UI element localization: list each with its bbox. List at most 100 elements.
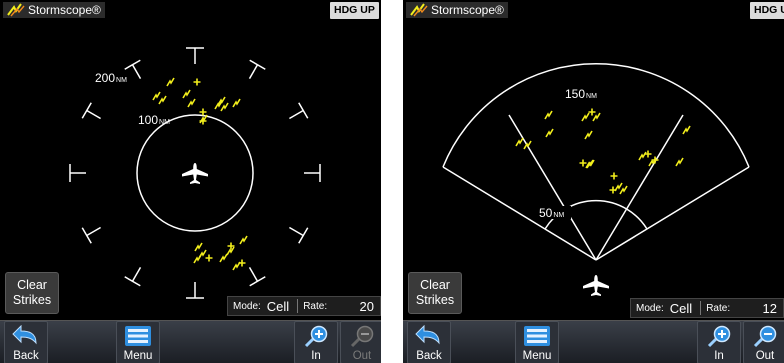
range-tick [69,164,86,182]
lightning-strike [194,242,203,252]
mode-label: Mode: [233,300,261,312]
softkey-bar: Back Menu In Out [0,320,381,363]
lightning-icon [410,3,428,17]
lightning-strike [544,110,553,120]
ownship-airplane-icon [182,163,208,184]
mode-label: Mode: [636,302,664,314]
range-label-outer: 200NM [95,71,127,85]
softkey-bar: Back Menu In Out [403,320,784,363]
lightning-strike [214,100,223,110]
lightning-strike [515,137,524,147]
strike-layer [515,108,691,195]
lightning-strike [152,91,161,101]
cell-marker [609,186,617,194]
lightning-strike [675,157,684,167]
divider [700,301,702,315]
clear-strikes-button[interactable]: Clear Strikes [5,272,59,314]
range-tick [81,226,101,244]
lightning-strike [166,77,175,87]
lightning-strike [592,112,601,122]
clear-strikes-label-2: Strikes [12,293,52,307]
cell-marker [205,254,213,262]
back-label: Back [13,350,39,362]
app-title: Stormscope® [406,2,508,18]
zoom-in-button[interactable]: In [294,321,338,363]
lightning-strike [232,98,241,108]
zoom-out-button[interactable]: Out [743,321,784,363]
cell-marker [610,172,618,180]
zoom-in-label: In [714,350,724,362]
ownship-airplane-icon [583,275,609,296]
mode-rate-bar: Mode: Cell Rate: 20 [227,296,381,316]
menu-button[interactable]: Menu [515,321,559,363]
lightning-strike [619,185,628,195]
lightning-icon [7,3,25,17]
clear-strikes-label-2: Strikes [415,293,455,307]
lightning-strike [220,102,229,112]
mode-rate-bar: Mode: Cell Rate: 12 [630,298,784,318]
hdg-up-button[interactable]: HDG UP [750,2,784,19]
lightning-strike [584,130,593,140]
back-arrow-icon [12,325,37,345]
lightning-strike [581,112,590,122]
range-tick [289,102,309,120]
cell-marker [193,78,201,86]
title-bar: Stormscope® HDG UP [0,0,381,20]
cell-marker [588,108,596,116]
cell-marker [199,108,207,116]
menu-list-icon [524,326,550,346]
back-arrow-icon [415,325,440,345]
stormscope-360-view: Stormscope® HDG UP 200NM 100NM Clear Str… [0,0,381,363]
app-title: Stormscope® [3,2,105,18]
cell-marker [579,159,587,167]
zoom-in-icon [707,325,731,348]
lightning-strike [219,253,228,263]
range-tick [186,282,204,299]
lightning-strike [182,89,191,99]
lightning-strike [232,261,241,271]
range-tick [81,102,101,120]
stormscope-arc-view: Stormscope® HDG UP 150NM 50NM Clear Stri… [403,0,784,363]
sector-edge-left [442,166,597,261]
range-tick [304,164,321,182]
hdg-up-button[interactable]: HDG UP [330,2,379,19]
clear-strikes-button[interactable]: Clear Strikes [408,272,462,314]
app-title-label: Stormscope® [28,3,101,17]
rate-value: 12 [762,300,777,316]
lightning-strike [239,235,248,245]
back-button[interactable]: Back [407,321,451,363]
zoom-out-icon [350,325,374,348]
divider [297,299,299,313]
lightning-strike [187,98,196,108]
zoom-out-icon [753,325,777,348]
zoom-in-icon [304,325,328,348]
rate-label: Rate: [706,302,731,314]
zoom-out-label: Out [755,350,775,362]
zoom-in-button[interactable]: In [697,321,741,363]
range-tick [124,267,142,287]
range-tick [248,267,266,287]
range-tick [186,47,204,64]
sector-edge-right [595,166,750,261]
range-tick [248,59,266,79]
lightning-strike [193,254,202,264]
back-button[interactable]: Back [4,321,48,363]
app-title-label: Stormscope® [431,3,504,17]
sector-divider-left [508,114,597,261]
menu-button[interactable]: Menu [116,321,160,363]
clear-strikes-label-1: Clear [17,278,47,292]
mode-value[interactable]: Cell [267,299,289,314]
title-bar: Stormscope® HDG UP [403,0,784,20]
lightning-strike [545,128,554,138]
zoom-out-button[interactable]: Out [340,321,381,363]
mode-value[interactable]: Cell [670,301,692,316]
lightning-strike [682,125,691,135]
zoom-out-label: Out [352,350,372,362]
range-label-inner: 100NM [138,113,170,127]
range-tick [124,59,142,79]
rate-label: Rate: [303,300,328,312]
rate-value: 20 [359,298,374,314]
clear-strikes-label-1: Clear [420,278,450,292]
cell-marker [644,150,652,158]
menu-label: Menu [522,350,552,362]
